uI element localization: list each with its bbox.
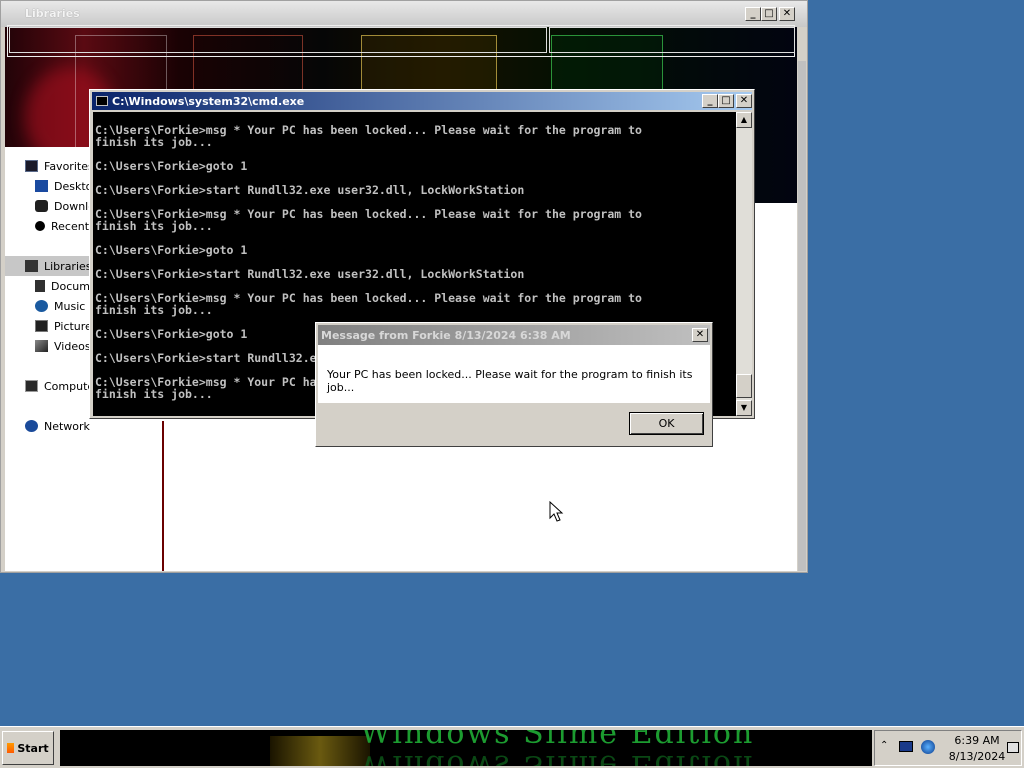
explorer-title: Libraries xyxy=(25,7,80,20)
nav-libraries-label: Libraries xyxy=(44,259,92,273)
dialog-close-button[interactable]: ✕ xyxy=(692,328,708,342)
cmd-title: C:\Windows\system32\cmd.exe xyxy=(112,95,305,108)
pictures-icon xyxy=(35,320,48,332)
nav-network-label: Network xyxy=(44,419,90,433)
nav-recent-label: Recent xyxy=(51,219,90,233)
ok-button[interactable]: OK xyxy=(629,412,704,435)
system-tray: ⌃ 6:39 AM 8/13/2024 xyxy=(874,730,1022,766)
scroll-up-button[interactable]: ▲ xyxy=(736,112,752,128)
cmd-maximize-button[interactable]: □ xyxy=(718,94,734,108)
cmd-minimize-button[interactable]: _ xyxy=(702,94,718,108)
nav-favorites-label: Favorites xyxy=(44,159,94,173)
recent-icon xyxy=(35,221,45,231)
favorites-icon xyxy=(25,160,38,172)
dialog-titlebar[interactable]: Message from Forkie 8/13/2024 6:38 AM ✕ xyxy=(318,325,710,345)
minimize-button[interactable]: _ xyxy=(745,7,761,21)
dialog-title: Message from Forkie 8/13/2024 6:38 AM xyxy=(321,329,571,342)
close-icon: ✕ xyxy=(739,95,749,106)
close-button[interactable]: ✕ xyxy=(779,7,795,21)
explorer-titlebar[interactable]: Libraries _ □ ✕ xyxy=(1,1,807,27)
libraries-icon xyxy=(25,260,38,272)
cmd-scrollbar[interactable]: ▲ ▼ xyxy=(736,112,752,416)
action-center-icon[interactable] xyxy=(1007,742,1019,753)
start-label: Start xyxy=(17,741,49,755)
close-icon: ✕ xyxy=(782,8,792,19)
nav-computer-label: Compute xyxy=(44,379,95,393)
console-icon xyxy=(96,96,108,106)
search-box[interactable] xyxy=(549,27,795,53)
cmd-titlebar[interactable]: C:\Windows\system32\cmd.exe _ □ ✕ xyxy=(92,92,752,110)
start-logo-icon xyxy=(7,743,15,753)
explorer-scrollbar[interactable] xyxy=(798,61,806,571)
brand-reflection: Windows Slime Edition xyxy=(360,748,755,766)
monitor-icon[interactable] xyxy=(899,741,913,752)
computer-icon xyxy=(25,380,38,392)
desktop-icon xyxy=(35,180,48,192)
scroll-up-icon: ▲ xyxy=(740,115,748,124)
clock-date[interactable]: 8/13/2024 xyxy=(945,750,1009,763)
nav-music-label: Music xyxy=(54,299,86,313)
address-bar[interactable] xyxy=(9,27,547,53)
mouse-cursor-icon xyxy=(549,501,564,522)
chevron-up-icon[interactable]: ⌃ xyxy=(880,740,888,751)
brand-glow xyxy=(270,736,370,766)
start-button[interactable]: Start xyxy=(2,731,54,765)
volume-icon[interactable] xyxy=(921,740,935,754)
minimize-icon: _ xyxy=(750,8,756,19)
scroll-down-button[interactable]: ▼ xyxy=(736,400,752,416)
pane-splitter[interactable] xyxy=(162,421,164,571)
dialog-message: Your PC has been locked... Please wait f… xyxy=(327,368,693,394)
message-dialog[interactable]: Message from Forkie 8/13/2024 6:38 AM ✕ … xyxy=(315,322,713,447)
nav-network[interactable]: Network xyxy=(25,416,181,436)
close-icon: ✕ xyxy=(695,329,705,340)
taskbar: Start Windows Slime Edition Windows Slim… xyxy=(0,726,1024,768)
nav-pictures-label: Picture xyxy=(54,319,92,333)
videos-icon xyxy=(35,340,48,352)
music-icon xyxy=(35,300,48,312)
clock-time[interactable]: 6:39 AM xyxy=(949,734,1005,747)
scroll-down-icon: ▼ xyxy=(740,403,748,412)
maximize-icon: □ xyxy=(721,95,731,106)
maximize-button[interactable]: □ xyxy=(761,7,777,21)
minimize-icon: _ xyxy=(707,95,713,106)
cmd-close-button[interactable]: ✕ xyxy=(736,94,752,108)
taskbar-buttons-area[interactable]: Windows Slime Edition Windows Slime Edit… xyxy=(60,730,872,766)
nav-videos-label: Videos xyxy=(54,339,91,353)
scroll-thumb[interactable] xyxy=(736,374,752,398)
network-icon xyxy=(25,420,38,432)
nav-desktop-label: Deskto xyxy=(54,179,93,193)
downloads-icon xyxy=(35,200,48,212)
documents-icon xyxy=(35,280,45,292)
nav-documents-label: Docum xyxy=(51,279,90,293)
maximize-icon: □ xyxy=(764,8,774,19)
